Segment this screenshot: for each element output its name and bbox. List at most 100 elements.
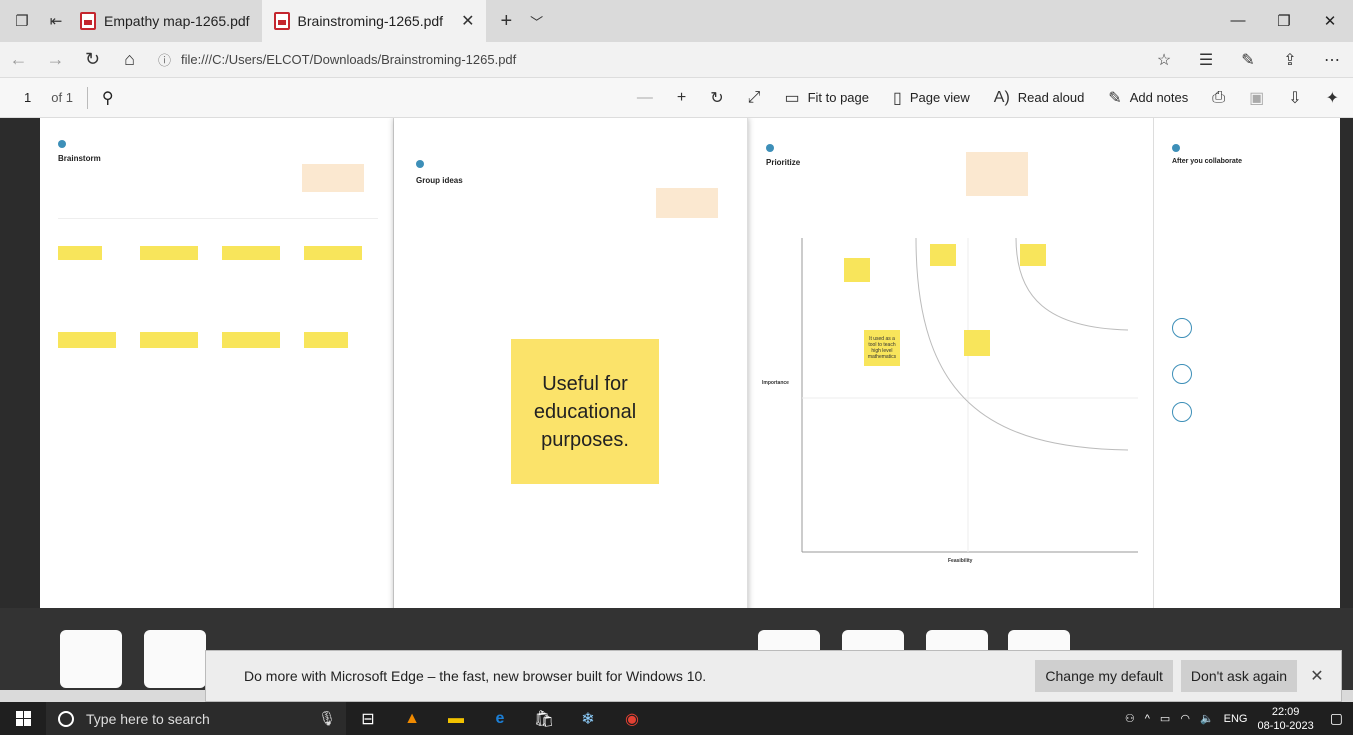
pen-icon[interactable]: ✎	[1227, 50, 1269, 70]
divider	[58, 218, 378, 219]
set-aside-tabs-icon[interactable]: ⇤	[44, 9, 68, 33]
page-view-button[interactable]: ▯ Page view	[893, 88, 970, 108]
start-button[interactable]	[0, 711, 46, 726]
share-icon[interactable]: ⇪	[1269, 50, 1311, 70]
page-view-icon: ▯	[893, 89, 902, 107]
forward-icon[interactable]: →	[37, 49, 74, 70]
thumbnail[interactable]	[60, 630, 122, 688]
tab-actions-icon[interactable]: ❐	[10, 9, 34, 33]
fit-to-page-button[interactable]: ▭ Fit to page	[784, 88, 869, 108]
vlc-icon[interactable]: ▲	[390, 710, 434, 728]
add-notes-label: Add notes	[1129, 90, 1189, 105]
step-dot-icon	[1172, 144, 1180, 152]
sticky-group	[58, 332, 116, 348]
add-notes-button[interactable]: ✎ Add notes	[1108, 88, 1188, 108]
read-aloud-icon: A)	[993, 88, 1010, 106]
dont-ask-again-button[interactable]: Don't ask again	[1180, 660, 1297, 692]
pin-icon[interactable]: ✦	[1326, 88, 1339, 108]
fit-page-icon: ▭	[784, 89, 800, 107]
step-dot-icon	[766, 144, 774, 152]
search-placeholder: Type here to search	[86, 710, 210, 727]
refresh-icon[interactable]: ↻	[74, 49, 111, 70]
minimize-icon[interactable]: —	[1215, 12, 1261, 30]
address-actions: ☆ ☰ ✎ ⇪ ⋯	[1143, 50, 1353, 70]
mural-board: Brainstorm Group ideas Prioritize It use…	[40, 118, 1340, 628]
battery-icon[interactable]: ▭	[1160, 712, 1170, 725]
task-view-icon[interactable]: ⊟	[346, 709, 390, 729]
read-aloud-button[interactable]: A) Read aloud	[994, 89, 1085, 107]
page-number[interactable]: 1	[24, 90, 31, 105]
save-icon[interactable]: ▣	[1249, 88, 1264, 108]
brainstorm-title: Brainstorm	[58, 154, 101, 163]
sticky-group	[222, 246, 280, 260]
clock-time: 22:09	[1271, 705, 1300, 718]
tip-box	[302, 164, 364, 192]
sticky-group	[140, 246, 198, 260]
file-explorer-icon[interactable]: ▬	[434, 710, 478, 728]
microphone-icon[interactable]: 🎙	[318, 710, 336, 727]
wifi-icon[interactable]: ◠	[1180, 712, 1190, 725]
chevron-up-icon[interactable]: ^	[1145, 713, 1150, 725]
sticky-note	[1020, 244, 1046, 266]
notifications-icon[interactable]: ▢	[1330, 710, 1343, 727]
thumbnail[interactable]	[144, 630, 206, 688]
taskbar-search[interactable]: Type here to search 🎙	[46, 702, 346, 735]
new-tab-icon[interactable]: +	[500, 10, 512, 33]
sticky-note-tool: It used as a tool to teach high level ma…	[864, 330, 900, 366]
favorites-list-icon[interactable]: ☰	[1185, 50, 1227, 70]
language-indicator[interactable]: ENG	[1224, 713, 1248, 725]
system-tray: ⚇ ^ ▭ ◠ 🔈 ENG 22:09 08-10-2023 ▢	[1125, 705, 1343, 733]
tab-empathy-map[interactable]: Empathy map-1265.pdf	[68, 0, 262, 42]
zoom-in-icon[interactable]: +	[677, 89, 686, 107]
pen-icon: ✎	[1108, 89, 1122, 107]
edge-notification-banner: Do more with Microsoft Edge – the fast, …	[205, 650, 1342, 702]
app-icon[interactable]: ❄	[566, 709, 610, 729]
change-default-button[interactable]: Change my default	[1035, 660, 1173, 692]
store-icon[interactable]: 🛍	[522, 709, 566, 729]
pdf-viewer[interactable]: Brainstorm Group ideas Prioritize It use…	[0, 118, 1353, 690]
step-dot-icon	[58, 140, 66, 148]
chrome-icon[interactable]: ◉	[610, 709, 654, 729]
home-icon[interactable]: ⌂	[111, 49, 148, 70]
edge-icon[interactable]: e	[478, 710, 522, 728]
pdf-icon	[80, 12, 96, 30]
close-window-icon[interactable]: ✕	[1307, 12, 1353, 30]
pdf-toolbar: 1 of 1 ⚲ — + ↻ ⤢ ▭ Fit to page ▯ Page vi…	[0, 78, 1353, 118]
save-as-icon[interactable]: ⇩	[1288, 88, 1301, 108]
sticky-note	[964, 330, 990, 356]
window-controls: — ❐ ✕	[1215, 12, 1353, 30]
group-ideas-title: Group ideas	[416, 176, 463, 185]
back-icon[interactable]: ←	[0, 49, 37, 70]
restore-icon[interactable]: ❐	[1261, 12, 1307, 30]
fullscreen-icon[interactable]: ⤢	[748, 89, 761, 107]
clock[interactable]: 22:09 08-10-2023	[1257, 705, 1313, 733]
sticky-group	[58, 246, 102, 260]
page-count: of 1	[51, 90, 73, 105]
close-tab-icon[interactable]: ✕	[461, 11, 474, 31]
template-icon	[1172, 364, 1192, 384]
pdf-tools: — + ↻ ⤢ ▭ Fit to page ▯ Page view A) Rea…	[637, 88, 1339, 108]
after-collaborate-column: After you collaborate	[1154, 118, 1340, 608]
favorite-star-icon[interactable]: ☆	[1143, 50, 1185, 70]
search-icon[interactable]: ⚲	[102, 88, 114, 108]
windows-logo-icon	[15, 711, 31, 726]
tab-bar: ❐ ⇤ Empathy map-1265.pdf Brainstroming-1…	[0, 0, 1353, 42]
tab-brainstorming[interactable]: Brainstroming-1265.pdf ✕	[261, 0, 487, 42]
info-icon[interactable]: ⓘ	[158, 50, 171, 69]
sticky-group	[304, 332, 348, 348]
people-icon[interactable]: ⚇	[1125, 712, 1135, 725]
url-text: file:///C:/Users/ELCOT/Downloads/Brainst…	[181, 52, 517, 67]
chevron-down-icon[interactable]: ﹀	[530, 12, 543, 31]
template-icon	[1172, 402, 1192, 422]
volume-icon[interactable]: 🔈	[1200, 712, 1214, 725]
close-icon[interactable]: ✕	[1297, 666, 1337, 686]
divider	[86, 86, 88, 109]
sticky-group	[222, 332, 280, 348]
print-icon[interactable]: ⎙	[1212, 89, 1225, 107]
prioritization-grid	[801, 237, 1138, 553]
more-icon[interactable]: ⋯	[1311, 50, 1353, 70]
zoom-out-icon[interactable]: —	[637, 89, 653, 107]
fit-to-page-label: Fit to page	[807, 90, 869, 105]
rotate-icon[interactable]: ↻	[710, 88, 723, 108]
url-field[interactable]: ⓘ file:///C:/Users/ELCOT/Downloads/Brain…	[158, 46, 1143, 74]
